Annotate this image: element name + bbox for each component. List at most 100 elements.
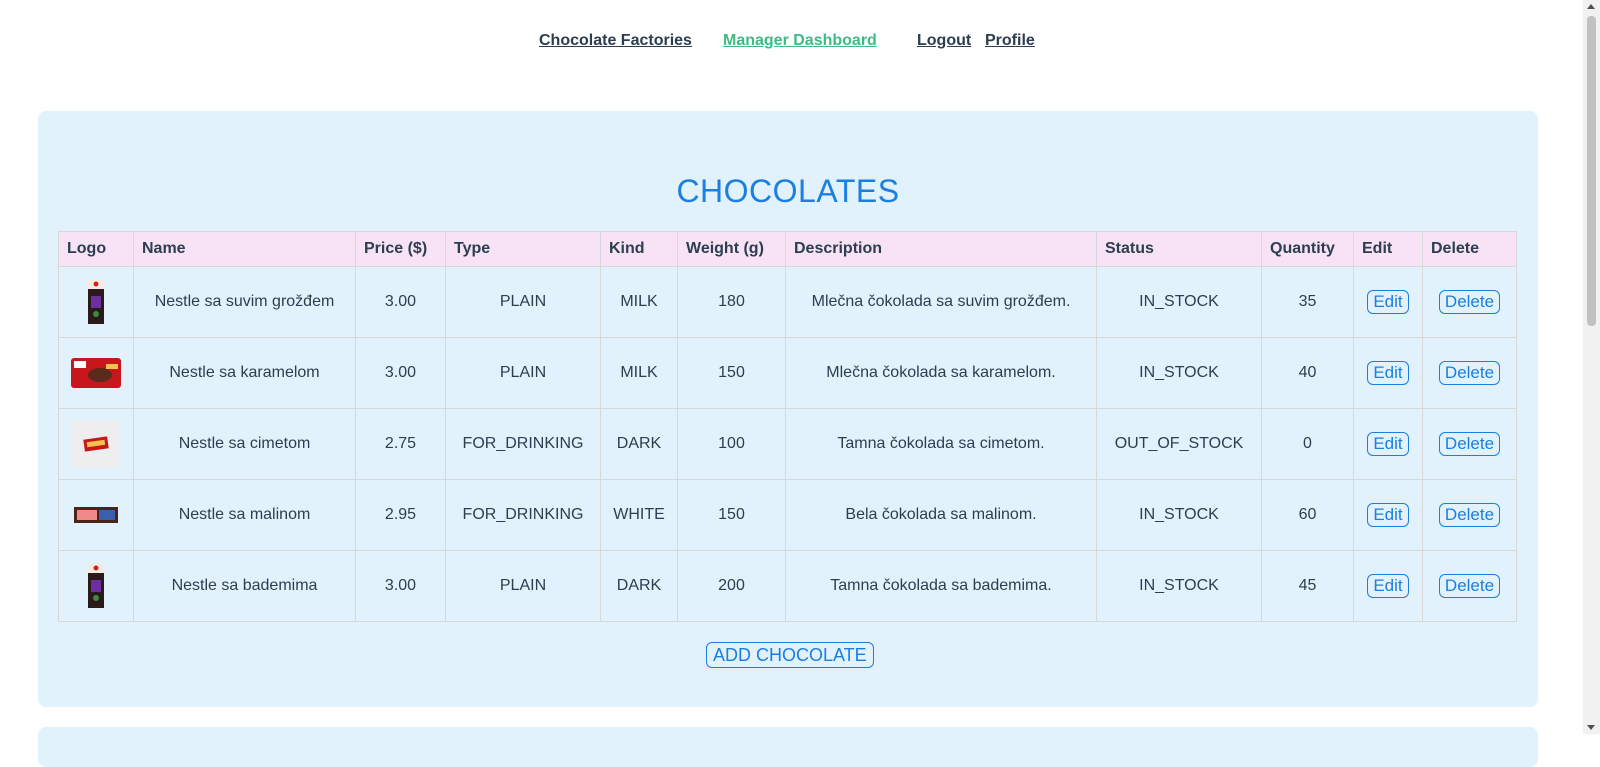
cell-weight: 150 <box>677 479 786 551</box>
tall-bar-icon <box>88 564 104 608</box>
cell-price: 2.75 <box>355 408 446 480</box>
table-row: Nestle sa bademima 3.00 PLAIN DARK 200 T… <box>58 550 1517 622</box>
cell-weight: 150 <box>677 337 786 409</box>
cell-status: IN_STOCK <box>1096 479 1262 551</box>
cell-name: Nestle sa cimetom <box>133 408 356 480</box>
cell-type: PLAIN <box>445 266 601 338</box>
logo-cell <box>58 266 134 338</box>
cell-status: OUT_OF_STOCK <box>1096 408 1262 480</box>
cell-kind: DARK <box>600 550 678 622</box>
cell-name: Nestle sa suvim grožđem <box>133 266 356 338</box>
column-header-kind: Kind <box>600 231 678 267</box>
table-row: Nestle sa cimetom 2.75 FOR_DRINKING DARK… <box>58 408 1517 480</box>
column-header-logo: Logo <box>58 231 134 267</box>
cell-status: IN_STOCK <box>1096 337 1262 409</box>
flat-bar-icon <box>74 507 118 523</box>
cell-quantity: 0 <box>1261 408 1354 480</box>
cell-delete: Delete <box>1422 337 1517 409</box>
scroll-up-arrow-icon[interactable] <box>1587 4 1595 9</box>
nav-link-chocolate-factories[interactable]: Chocolate Factories <box>539 32 692 50</box>
table-row: Nestle sa malinom 2.95 FOR_DRINKING WHIT… <box>58 479 1517 551</box>
cell-weight: 100 <box>677 408 786 480</box>
cell-quantity: 40 <box>1261 337 1354 409</box>
cell-edit: Edit <box>1353 337 1423 409</box>
table-header-row: Logo Name Price ($) Type Kind Weight (g)… <box>58 231 1517 267</box>
page-title: CHOCOLATES <box>676 173 900 209</box>
cell-type: FOR_DRINKING <box>445 479 601 551</box>
tall-bar-icon <box>88 280 104 324</box>
cell-price: 3.00 <box>355 550 446 622</box>
red-wrapper-icon <box>71 358 121 388</box>
cell-name: Nestle sa bademima <box>133 550 356 622</box>
delete-button[interactable]: Delete <box>1438 432 1501 456</box>
column-header-status: Status <box>1096 231 1262 267</box>
cell-delete: Delete <box>1422 550 1517 622</box>
logo-cell <box>58 479 134 551</box>
cell-description: Mlečna čokolada sa karamelom. <box>785 337 1097 409</box>
cell-weight: 200 <box>677 550 786 622</box>
cell-name: Nestle sa karamelom <box>133 337 356 409</box>
cell-description: Mlečna čokolada sa suvim grožđem. <box>785 266 1097 338</box>
cell-description: Bela čokolada sa malinom. <box>785 479 1097 551</box>
cell-name: Nestle sa malinom <box>133 479 356 551</box>
scrollbar-thumb[interactable] <box>1587 16 1596 326</box>
scroll-down-arrow-icon[interactable] <box>1587 725 1595 730</box>
column-header-edit: Edit <box>1353 231 1423 267</box>
cell-edit: Edit <box>1353 550 1423 622</box>
secondary-panel <box>38 727 1538 767</box>
cell-edit: Edit <box>1353 479 1423 551</box>
cell-type: PLAIN <box>445 337 601 409</box>
cell-status: IN_STOCK <box>1096 550 1262 622</box>
cell-kind: WHITE <box>600 479 678 551</box>
add-chocolate-button[interactable]: ADD CHOCOLATE <box>706 642 874 668</box>
cell-delete: Delete <box>1422 408 1517 480</box>
chocolates-panel: CHOCOLATES Logo Name Price ($) Type Kind… <box>38 111 1538 707</box>
cell-kind: MILK <box>600 266 678 338</box>
cell-kind: MILK <box>600 337 678 409</box>
cell-description: Tamna čokolada sa cimetom. <box>785 408 1097 480</box>
cell-quantity: 60 <box>1261 479 1354 551</box>
cell-price: 2.95 <box>355 479 446 551</box>
cell-delete: Delete <box>1422 266 1517 338</box>
top-navigation: Chocolate Factories Manager Dashboard Lo… <box>0 0 1583 90</box>
cell-type: FOR_DRINKING <box>445 408 601 480</box>
delete-button[interactable]: Delete <box>1438 574 1501 598</box>
edit-button[interactable]: Edit <box>1367 574 1409 598</box>
delete-button[interactable]: Delete <box>1438 361 1501 385</box>
logo-cell <box>58 408 134 480</box>
cell-edit: Edit <box>1353 408 1423 480</box>
cell-delete: Delete <box>1422 479 1517 551</box>
column-header-price: Price ($) <box>355 231 446 267</box>
cell-type: PLAIN <box>445 550 601 622</box>
vertical-scrollbar[interactable] <box>1583 0 1600 734</box>
cell-quantity: 35 <box>1261 266 1354 338</box>
column-header-quantity: Quantity <box>1261 231 1354 267</box>
cell-price: 3.00 <box>355 266 446 338</box>
cell-description: Tamna čokolada sa bademima. <box>785 550 1097 622</box>
cell-weight: 180 <box>677 266 786 338</box>
delete-button[interactable]: Delete <box>1438 503 1501 527</box>
nav-link-logout[interactable]: Logout <box>917 32 971 50</box>
nav-link-manager-dashboard[interactable]: Manager Dashboard <box>723 32 877 50</box>
logo-cell <box>58 337 134 409</box>
chocolates-table: Logo Name Price ($) Type Kind Weight (g)… <box>58 231 1517 622</box>
cell-status: IN_STOCK <box>1096 266 1262 338</box>
small-bar-icon <box>72 420 120 468</box>
cell-quantity: 45 <box>1261 550 1354 622</box>
cell-price: 3.00 <box>355 337 446 409</box>
edit-button[interactable]: Edit <box>1367 361 1409 385</box>
cell-kind: DARK <box>600 408 678 480</box>
edit-button[interactable]: Edit <box>1367 432 1409 456</box>
table-row: Nestle sa karamelom 3.00 PLAIN MILK 150 … <box>58 337 1517 409</box>
column-header-description: Description <box>785 231 1097 267</box>
column-header-name: Name <box>133 231 356 267</box>
logo-cell <box>58 550 134 622</box>
delete-button[interactable]: Delete <box>1438 290 1501 314</box>
edit-button[interactable]: Edit <box>1367 290 1409 314</box>
table-row: Nestle sa suvim grožđem 3.00 PLAIN MILK … <box>58 266 1517 338</box>
nav-link-profile[interactable]: Profile <box>985 32 1035 50</box>
column-header-type: Type <box>445 231 601 267</box>
edit-button[interactable]: Edit <box>1367 503 1409 527</box>
column-header-delete: Delete <box>1422 231 1517 267</box>
column-header-weight: Weight (g) <box>677 231 786 267</box>
